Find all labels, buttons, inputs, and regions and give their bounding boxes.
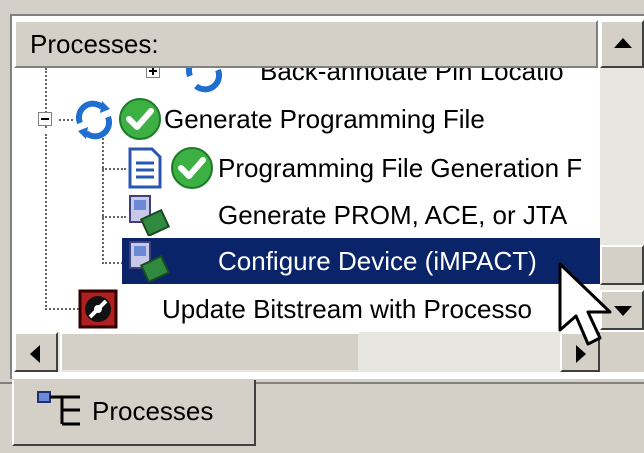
tree-row-label: Configure Device (iMPACT) bbox=[218, 246, 537, 276]
tab-processes[interactable]: Processes bbox=[12, 380, 256, 446]
tree-row[interactable]: Back-annotate Pin Locatio bbox=[14, 68, 600, 94]
tree-row-label: Back-annotate Pin Locatio bbox=[260, 68, 564, 86]
check-icon bbox=[119, 98, 161, 140]
arrow-left-icon bbox=[30, 345, 40, 363]
horizontal-scrollbar[interactable] bbox=[14, 332, 600, 372]
tab-label: Processes bbox=[92, 396, 214, 426]
processor-icon bbox=[78, 289, 118, 329]
mouse-pointer-icon bbox=[558, 262, 612, 346]
expand-icon[interactable] bbox=[146, 68, 160, 78]
arrow-down-icon bbox=[614, 306, 632, 316]
tree-row-label: Generate Programming File bbox=[164, 104, 485, 134]
tree-row[interactable]: Programming File Generation F bbox=[14, 145, 600, 191]
scroll-up-button[interactable] bbox=[600, 20, 644, 68]
scroll-thumb-horizontal[interactable] bbox=[60, 332, 360, 372]
document-icon bbox=[128, 147, 162, 189]
device-tool-icon bbox=[129, 241, 170, 282]
tree-row-label: Update Bitstream with Processo bbox=[162, 294, 532, 324]
tree-row-label: Generate PROM, ACE, or JTA bbox=[218, 200, 568, 230]
tree-row-label: Programming File Generation F bbox=[218, 153, 583, 183]
arrow-up-icon bbox=[614, 38, 632, 48]
tree-row-selected[interactable]: Configure Device (iMPACT) bbox=[14, 238, 600, 284]
tree-row[interactable]: Update Bitstream with Processo bbox=[14, 286, 600, 330]
device-tool-icon bbox=[129, 195, 170, 236]
refresh-icon bbox=[185, 68, 223, 93]
refresh-icon bbox=[75, 100, 113, 140]
check-icon bbox=[171, 147, 213, 189]
collapse-icon[interactable] bbox=[38, 112, 52, 126]
processes-header: Processes: bbox=[14, 20, 598, 68]
process-tree[interactable]: Back-annotate Pin Locatio Generate Progr… bbox=[14, 68, 600, 330]
tree-row[interactable]: Generate Programming File bbox=[14, 96, 600, 142]
tree-row[interactable]: Generate PROM, ACE, or JTA bbox=[14, 192, 600, 238]
process-tree-icon bbox=[37, 391, 80, 426]
scroll-left-button[interactable] bbox=[14, 332, 58, 372]
